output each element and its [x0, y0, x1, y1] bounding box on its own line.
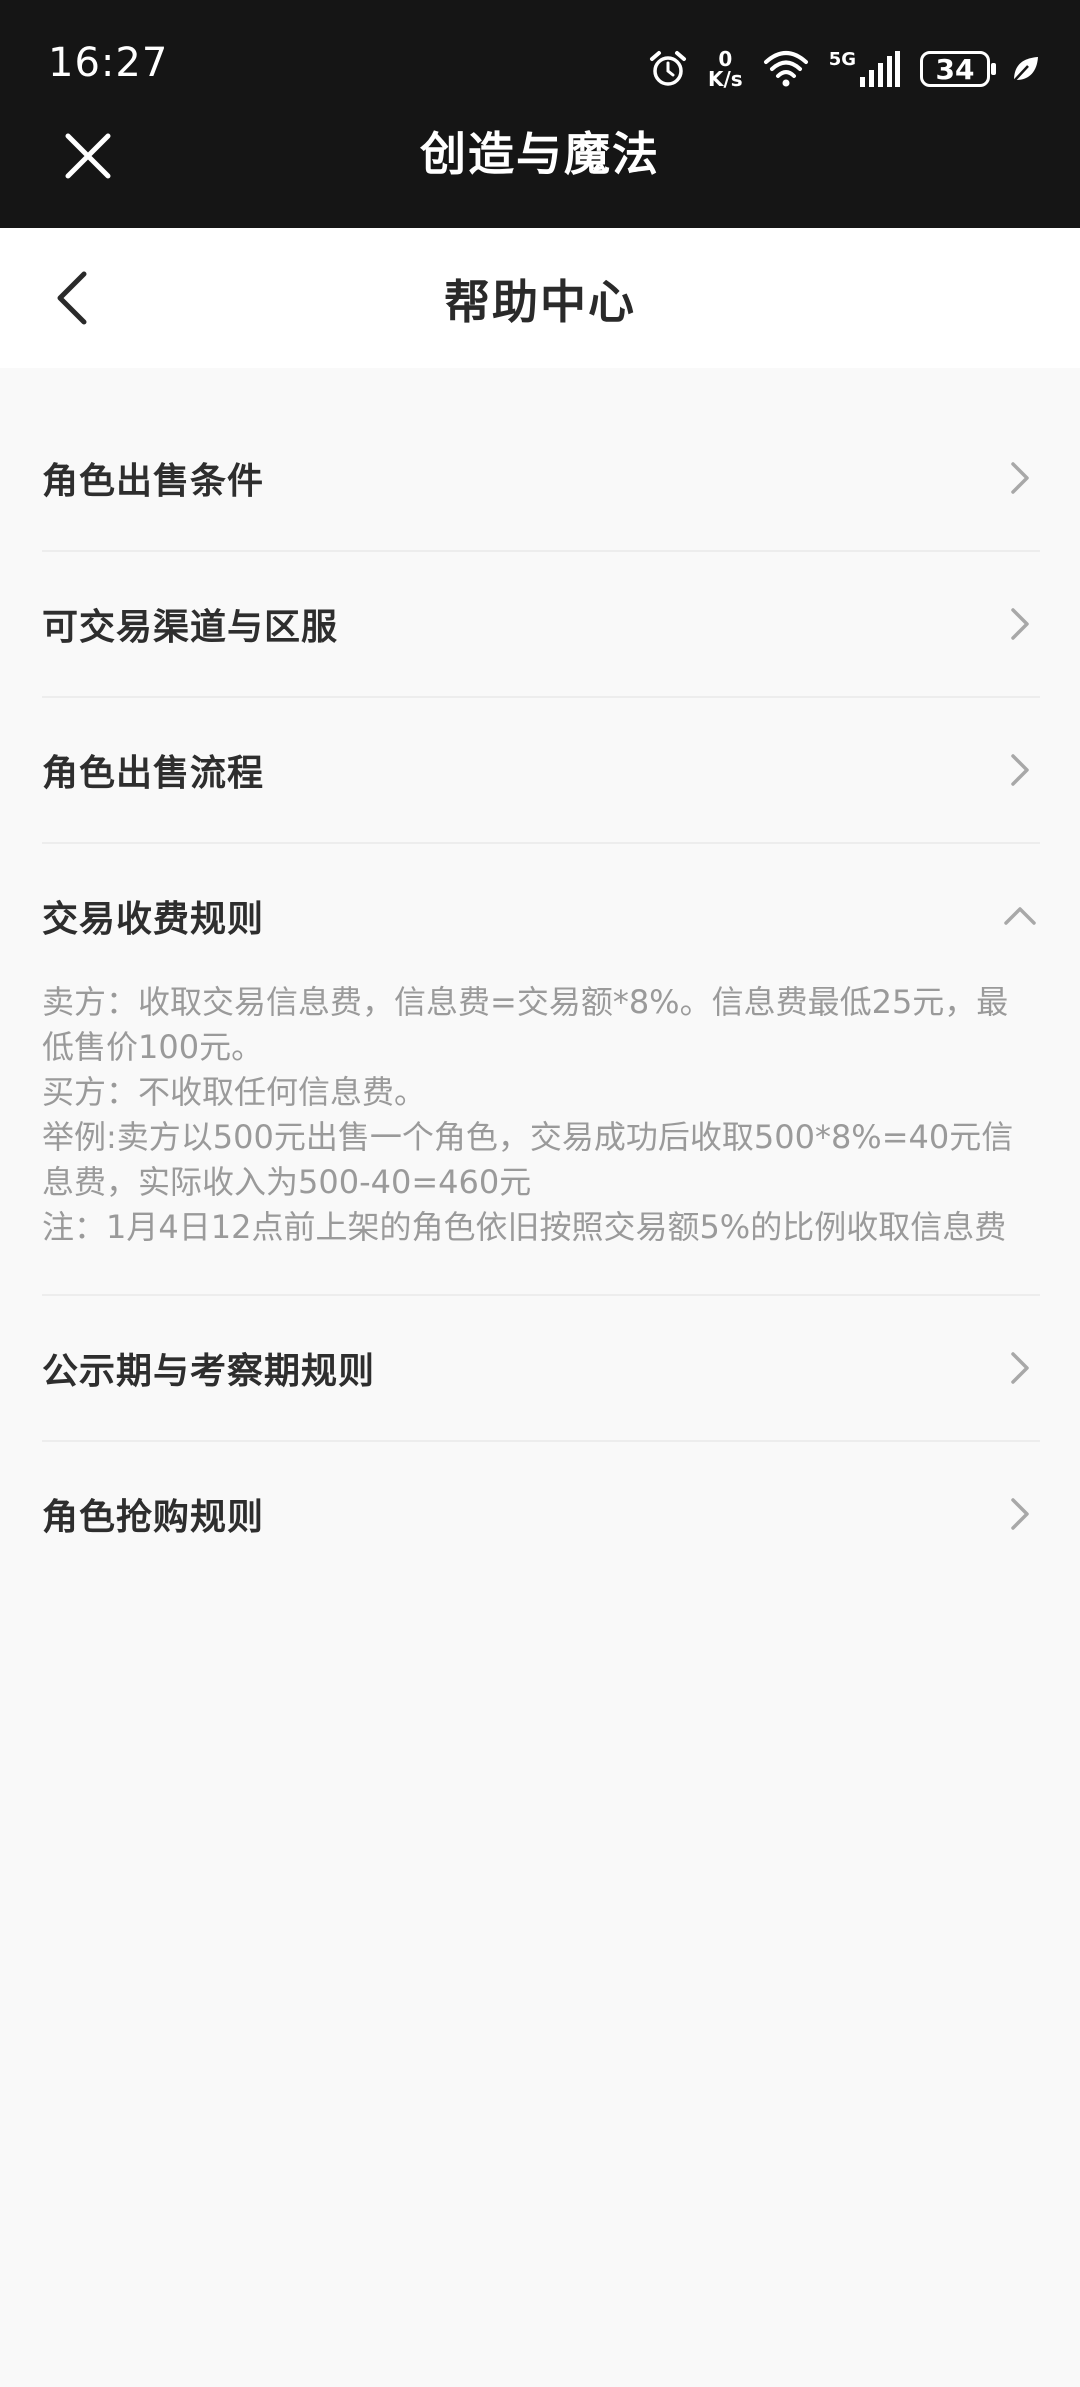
faq-item-title: 可交易渠道与区服 [42, 607, 339, 648]
cellular-indicator: 5G [829, 51, 900, 87]
faq-item-title: 角色出售流程 [42, 753, 265, 794]
faq-item-title: 公示期与考察期规则 [42, 1351, 376, 1392]
faq-item-channels-servers: 可交易渠道与区服 [42, 552, 1040, 698]
faq-item-header[interactable]: 交易收费规则 [42, 844, 1040, 988]
chevron-right-icon [1011, 462, 1029, 494]
fee-rule-buyer: 买方：不收取任何信息费。 [42, 1073, 427, 1111]
faq-item-fee-rules: 交易收费规则 卖方：收取交易信息费，信息费=交易额*8%。信息费最低25元，最低… [42, 844, 1040, 1296]
faq-item-title: 角色出售条件 [42, 461, 265, 502]
network-type: 5G [828, 49, 856, 70]
faq-item-publicity-period: 公示期与考察期规则 [42, 1296, 1040, 1442]
status-icons: 0 K/s 5G 34 [648, 44, 1040, 94]
chevron-right-icon [1011, 608, 1029, 640]
battery-level: 34 [935, 52, 975, 86]
faq-item-header[interactable]: 角色抢购规则 [42, 1442, 1040, 1586]
battery-icon: 34 [920, 51, 996, 87]
faq-item-header[interactable]: 可交易渠道与区服 [42, 552, 1040, 696]
app-root: 16:27 0 K/s 5G 34 创造与魔法 帮助中心 角色出售条件 可交易渠… [0, 0, 1080, 2387]
net-speed-indicator: 0 K/s [708, 49, 743, 89]
faq-item-header[interactable]: 角色出售条件 [42, 406, 1040, 550]
faq-item-header[interactable]: 角色出售流程 [42, 698, 1040, 842]
faq-item-content: 卖方：收取交易信息费，信息费=交易额*8%。信息费最低25元，最低售价100元。… [42, 980, 1040, 1294]
webview-title: 创造与魔法 [420, 127, 660, 181]
net-speed-value: 0 [718, 47, 733, 71]
status-time: 16:27 [48, 40, 169, 86]
alarm-icon [649, 51, 686, 86]
chevron-right-icon [1011, 754, 1029, 786]
net-speed-unit: K/s [707, 67, 743, 91]
faq-item-title: 角色抢购规则 [42, 1497, 265, 1538]
chevron-right-icon [1011, 1498, 1029, 1530]
leaf-icon [1013, 57, 1038, 82]
wifi-icon [763, 51, 808, 87]
page-header: 帮助中心 [0, 228, 1080, 368]
faq-item-flash-sale: 角色抢购规则 [42, 1442, 1040, 1586]
chevron-up-icon [1004, 907, 1036, 925]
fee-rule-note: 注：1月4日12点前上架的角色依旧按照交易额5%的比例收取信息费 [42, 1208, 1007, 1246]
chevron-right-icon [1011, 1352, 1029, 1384]
top-bar: 16:27 0 K/s 5G 34 创造与魔法 [0, 0, 1080, 228]
faq-item-sale-conditions: 角色出售条件 [42, 406, 1040, 552]
faq-item-header[interactable]: 公示期与考察期规则 [42, 1296, 1040, 1440]
fee-rule-seller: 卖方：收取交易信息费，信息费=交易额*8%。信息费最低25元，最低售价100元。 [42, 983, 1009, 1066]
faq-item-title: 交易收费规则 [42, 899, 265, 940]
faq-item-sale-process: 角色出售流程 [42, 698, 1040, 844]
signal-bars-icon [860, 51, 900, 87]
page-title: 帮助中心 [444, 275, 636, 329]
fee-rule-example: 举例:卖方以500元出售一个角色，交易成功后收取500*8%=40元信息费，实际… [42, 1118, 1014, 1201]
faq-list: 角色出售条件 可交易渠道与区服 角色出售流程 交易收费规则 卖方：收取交易信息费… [42, 406, 1040, 1586]
